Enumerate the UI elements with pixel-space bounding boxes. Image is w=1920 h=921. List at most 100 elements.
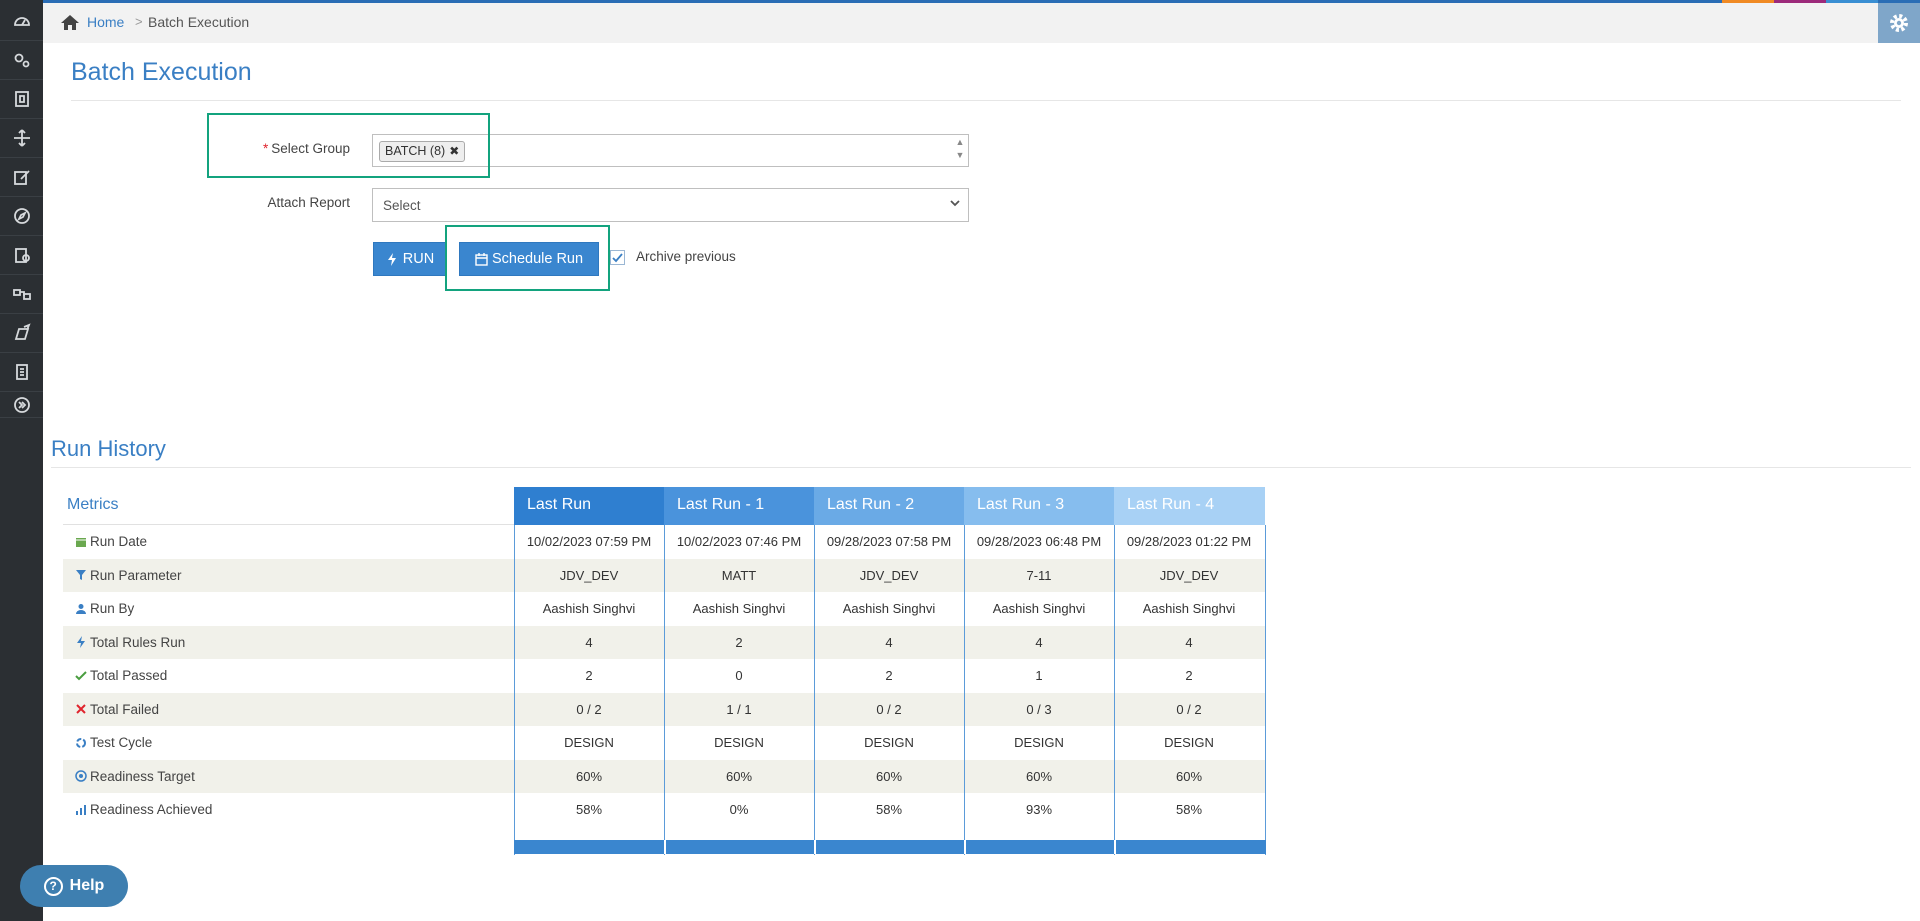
- footer-separator: [964, 840, 966, 854]
- table-cell: DESIGN: [1014, 735, 1064, 750]
- clipboard-gear-icon[interactable]: [0, 236, 43, 275]
- table-cell: JDV_DEV: [559, 567, 619, 583]
- table-cell: 60%: [875, 768, 903, 784]
- row-label: Run By: [75, 601, 134, 616]
- run-button[interactable]: RUN: [373, 242, 447, 276]
- column-divider: [814, 525, 815, 855]
- section-divider: [51, 467, 1911, 468]
- table-cell: MATT: [721, 567, 757, 583]
- column-header: Last Run - 3: [964, 487, 1114, 525]
- column-divider: [1265, 525, 1266, 855]
- checklist-icon[interactable]: [0, 353, 43, 392]
- table-cell: 58%: [575, 802, 603, 817]
- check-icon: [612, 253, 623, 263]
- table-cell: DESIGN: [564, 735, 614, 750]
- table-cell: JDV_DEV: [1159, 567, 1219, 583]
- table-cell: Aashish Singhvi: [842, 601, 936, 616]
- home-icon[interactable]: [60, 13, 80, 31]
- column-divider: [664, 525, 665, 855]
- column-divider: [964, 525, 965, 855]
- spinner-icon[interactable]: ▲ ▼: [953, 136, 967, 165]
- table-cell: 60%: [575, 768, 603, 784]
- column-header: Last Run - 4: [1114, 487, 1265, 525]
- table-cell: 60%: [725, 768, 753, 784]
- run-history-title: Run History: [51, 436, 166, 461]
- table-cell: Aashish Singhvi: [1142, 601, 1236, 616]
- attach-report-label: Attach Report: [267, 195, 350, 210]
- move-icon[interactable]: [0, 119, 43, 158]
- row-label: Total Passed: [75, 668, 167, 683]
- cycle-icon: [76, 737, 86, 748]
- table-cell: 10/02/2023 07:46 PM: [676, 534, 802, 549]
- row-label: Readiness Target: [75, 769, 195, 784]
- export-icon[interactable]: [0, 314, 43, 353]
- breadcrumb-home-link[interactable]: Home: [87, 14, 124, 30]
- column-divider: [514, 525, 515, 855]
- table-cell: 93%: [1025, 802, 1053, 817]
- table-cell: 4: [1035, 634, 1043, 650]
- calendar-icon: [76, 537, 86, 547]
- row-label: Run Date: [75, 534, 147, 549]
- table-cell: DESIGN: [714, 735, 764, 750]
- column-divider: [1114, 525, 1115, 855]
- row-label: Total Failed: [75, 702, 159, 717]
- table-cell: Aashish Singhvi: [992, 601, 1086, 616]
- bolt-icon: [387, 252, 396, 266]
- table-cell: 58%: [1175, 802, 1203, 817]
- row-label: Test Cycle: [75, 735, 152, 750]
- row-label: Run Parameter: [75, 568, 182, 583]
- expand-icon[interactable]: [0, 392, 43, 418]
- table-cell: 4: [1185, 634, 1193, 650]
- column-header: Last Run: [514, 487, 664, 525]
- user-icon: [76, 603, 86, 614]
- chart-icon: [76, 804, 86, 815]
- table-cell: 2: [735, 634, 743, 650]
- page-title: Batch Execution: [71, 58, 252, 86]
- check-icon: [75, 670, 87, 680]
- table-cell: 0 / 3: [1026, 701, 1052, 717]
- highlight-select-group: [207, 113, 490, 178]
- table-footer-bar: [514, 840, 1266, 854]
- archive-previous-label: Archive previous: [636, 249, 736, 264]
- row-label: Total Rules Run: [75, 635, 185, 650]
- database-icon[interactable]: [0, 80, 43, 119]
- table-cell: 4: [885, 634, 893, 650]
- table-cell: 09/28/2023 07:58 PM: [826, 534, 952, 549]
- table-cell: 2: [1185, 668, 1193, 683]
- title-divider: [71, 100, 1901, 101]
- table-cell: 58%: [875, 802, 903, 817]
- filter-icon: [76, 570, 86, 580]
- settings-cogs-icon[interactable]: [0, 41, 43, 80]
- table-cell: Aashish Singhvi: [692, 601, 786, 616]
- gear-icon: [1890, 14, 1908, 32]
- breadcrumb-separator: >: [135, 14, 143, 29]
- table-cell: DESIGN: [1164, 735, 1214, 750]
- breadcrumb-current: Batch Execution: [148, 14, 250, 30]
- attach-report-select[interactable]: Select: [372, 188, 969, 222]
- table-cell: 7-11: [1026, 567, 1052, 583]
- edit-icon[interactable]: [0, 158, 43, 197]
- sidebar: [0, 0, 43, 921]
- table-cell: 0 / 2: [1176, 701, 1202, 717]
- table-cell: 1 / 1: [726, 701, 752, 717]
- archive-previous-checkbox[interactable]: [610, 250, 625, 265]
- table-cell: 09/28/2023 06:48 PM: [976, 534, 1102, 549]
- table-cell: 0 / 2: [576, 701, 602, 717]
- footer-separator: [814, 840, 816, 854]
- breadcrumb: Home > Batch Execution: [43, 3, 1920, 43]
- table-cell: 0%: [729, 802, 749, 817]
- workflow-icon[interactable]: [0, 275, 43, 314]
- compass-icon[interactable]: [0, 197, 43, 236]
- dashboard-icon[interactable]: [0, 2, 43, 41]
- settings-gear-button[interactable]: [1878, 3, 1920, 43]
- table-cell: 10/02/2023 07:59 PM: [526, 534, 652, 549]
- chevron-down-icon: [950, 200, 960, 207]
- table-cell: 60%: [1175, 768, 1203, 784]
- footer-separator: [1114, 840, 1116, 854]
- table-cell: 4: [585, 634, 593, 650]
- table-cell: DESIGN: [864, 735, 914, 750]
- table-cell: JDV_DEV: [859, 567, 919, 583]
- help-button[interactable]: ? Help: [20, 865, 128, 907]
- table-cell: 1: [1035, 668, 1043, 683]
- x-icon: [76, 704, 86, 714]
